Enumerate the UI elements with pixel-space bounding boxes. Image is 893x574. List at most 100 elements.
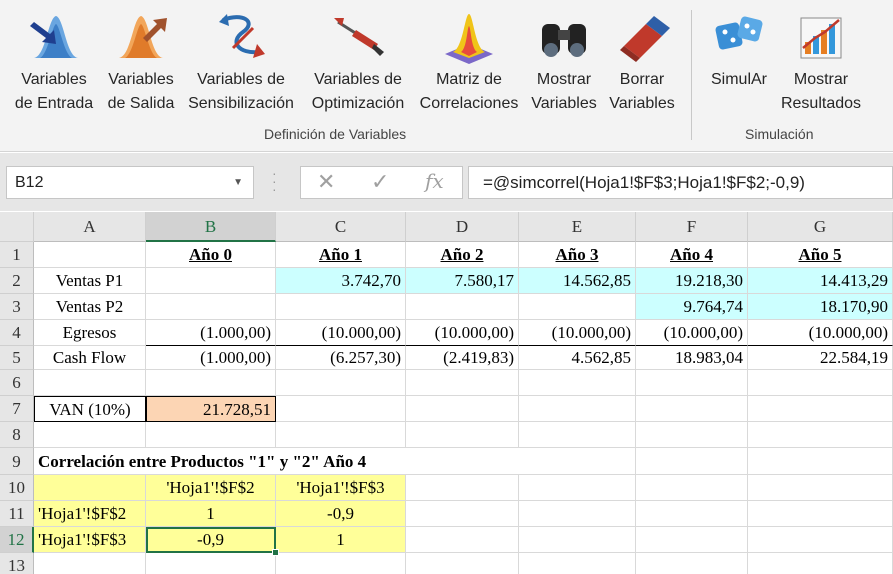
cell-b11[interactable]: 1: [146, 501, 276, 527]
cell-d5[interactable]: (2.419,83): [406, 346, 519, 370]
cell-b8[interactable]: [146, 422, 276, 448]
simular-button[interactable]: SimulAr: [702, 8, 776, 92]
row-header-13[interactable]: 13: [0, 553, 34, 574]
cell-c11[interactable]: -0,9: [276, 501, 406, 527]
cell-a9[interactable]: Correlación entre Productos "1" y "2" Añ…: [34, 448, 366, 475]
cell-f9[interactable]: [636, 448, 748, 475]
cell-g13[interactable]: [748, 553, 893, 574]
cell-f2[interactable]: 19.218,30: [636, 268, 748, 294]
cell-f4[interactable]: (10.000,00): [636, 320, 748, 346]
variables-de-sensibilizacion-button[interactable]: Variables de Sensibilización: [182, 8, 300, 116]
column-header-C[interactable]: C: [276, 212, 406, 242]
row-header-8[interactable]: 8: [0, 422, 34, 448]
cell-e6[interactable]: [519, 370, 636, 396]
cell-e5[interactable]: 4.562,85: [519, 346, 636, 370]
cell-e3[interactable]: [519, 294, 636, 320]
row-header-10[interactable]: 10: [0, 475, 34, 501]
cell-b1[interactable]: Año 0: [146, 242, 276, 268]
cell-b10[interactable]: 'Hoja1'!$F$2: [146, 475, 276, 501]
select-all-corner[interactable]: [0, 212, 34, 242]
cell-e8[interactable]: [519, 422, 636, 448]
chevron-down-icon[interactable]: ▼: [233, 167, 243, 198]
cell-f10[interactable]: [636, 475, 748, 501]
row-header-9[interactable]: 9: [0, 448, 34, 475]
insert-function-icon[interactable]: fx: [425, 169, 444, 193]
cell-e7[interactable]: [519, 396, 636, 422]
cell-b5[interactable]: (1.000,00): [146, 346, 276, 370]
cell-g1[interactable]: Año 5: [748, 242, 893, 268]
cell-b12[interactable]: -0,9: [146, 527, 276, 553]
cell-a4[interactable]: Egresos: [34, 320, 146, 346]
cell-d10[interactable]: [406, 475, 519, 501]
cell-d1[interactable]: Año 2: [406, 242, 519, 268]
cell-c8[interactable]: [276, 422, 406, 448]
cell-g9[interactable]: [748, 448, 893, 475]
cell-e12[interactable]: [519, 527, 636, 553]
cell-d11[interactable]: [406, 501, 519, 527]
variables-de-salida-button[interactable]: Variables de Salida: [103, 8, 179, 116]
cell-g11[interactable]: [748, 501, 893, 527]
cell-b13[interactable]: [146, 553, 276, 574]
cell-e11[interactable]: [519, 501, 636, 527]
cell-g2[interactable]: 14.413,29: [748, 268, 893, 294]
cell-a7[interactable]: VAN (10%): [34, 396, 146, 422]
cell-e13[interactable]: [519, 553, 636, 574]
cell-a5[interactable]: Cash Flow: [34, 346, 146, 370]
row-header-7[interactable]: 7: [0, 396, 34, 422]
row-header-5[interactable]: 5: [0, 346, 34, 370]
cell-d3[interactable]: [406, 294, 519, 320]
cell-e4[interactable]: (10.000,00): [519, 320, 636, 346]
cell-f7[interactable]: [636, 396, 748, 422]
column-header-E[interactable]: E: [519, 212, 636, 242]
cell-a1[interactable]: [34, 242, 146, 268]
cell-f8[interactable]: [636, 422, 748, 448]
column-header-G[interactable]: G: [748, 212, 893, 242]
column-header-A[interactable]: A: [34, 212, 146, 242]
cell-d9[interactable]: [406, 448, 519, 475]
cell-a10[interactable]: [34, 475, 146, 501]
row-header-3[interactable]: 3: [0, 294, 34, 320]
cell-g6[interactable]: [748, 370, 893, 396]
variables-de-entrada-button[interactable]: Variables de Entrada: [10, 8, 98, 116]
cell-a2[interactable]: Ventas P1: [34, 268, 146, 294]
cell-a12[interactable]: 'Hoja1'!$F$3: [34, 527, 146, 553]
cell-a8[interactable]: [34, 422, 146, 448]
cell-d6[interactable]: [406, 370, 519, 396]
cell-f11[interactable]: [636, 501, 748, 527]
column-header-B[interactable]: B: [146, 212, 276, 242]
cell-f5[interactable]: 18.983,04: [636, 346, 748, 370]
cell-c12[interactable]: 1: [276, 527, 406, 553]
cell-d8[interactable]: [406, 422, 519, 448]
cell-g10[interactable]: [748, 475, 893, 501]
enter-icon[interactable]: ✓: [371, 169, 389, 195]
cell-c6[interactable]: [276, 370, 406, 396]
cell-c4[interactable]: (10.000,00): [276, 320, 406, 346]
cell-f6[interactable]: [636, 370, 748, 396]
cell-b3[interactable]: [146, 294, 276, 320]
cell-d4[interactable]: (10.000,00): [406, 320, 519, 346]
mostrar-resultados-button[interactable]: Mostrar Resultados: [776, 8, 866, 116]
column-header-D[interactable]: D: [406, 212, 519, 242]
cell-c13[interactable]: [276, 553, 406, 574]
row-header-2[interactable]: 2: [0, 268, 34, 294]
cell-g12[interactable]: [748, 527, 893, 553]
cell-d13[interactable]: [406, 553, 519, 574]
cell-b2[interactable]: [146, 268, 276, 294]
row-header-1[interactable]: 1: [0, 242, 34, 268]
cell-c2[interactable]: 3.742,70: [276, 268, 406, 294]
name-box[interactable]: B12 ▼: [6, 166, 254, 199]
cell-f3[interactable]: 9.764,74: [636, 294, 748, 320]
cell-b7[interactable]: 21.728,51: [146, 396, 276, 422]
column-header-F[interactable]: F: [636, 212, 748, 242]
row-header-12[interactable]: 12: [0, 527, 34, 553]
formula-input[interactable]: =@simcorrel(Hoja1!$F$3;Hoja1!$F$2;-0,9): [468, 166, 893, 199]
cell-c10[interactable]: 'Hoja1'!$F$3: [276, 475, 406, 501]
row-header-6[interactable]: 6: [0, 370, 34, 396]
cell-e2[interactable]: 14.562,85: [519, 268, 636, 294]
cell-b4[interactable]: (1.000,00): [146, 320, 276, 346]
cell-d7[interactable]: [406, 396, 519, 422]
cancel-icon[interactable]: ✕: [317, 169, 335, 195]
cell-e1[interactable]: Año 3: [519, 242, 636, 268]
cell-g7[interactable]: [748, 396, 893, 422]
row-header-4[interactable]: 4: [0, 320, 34, 346]
